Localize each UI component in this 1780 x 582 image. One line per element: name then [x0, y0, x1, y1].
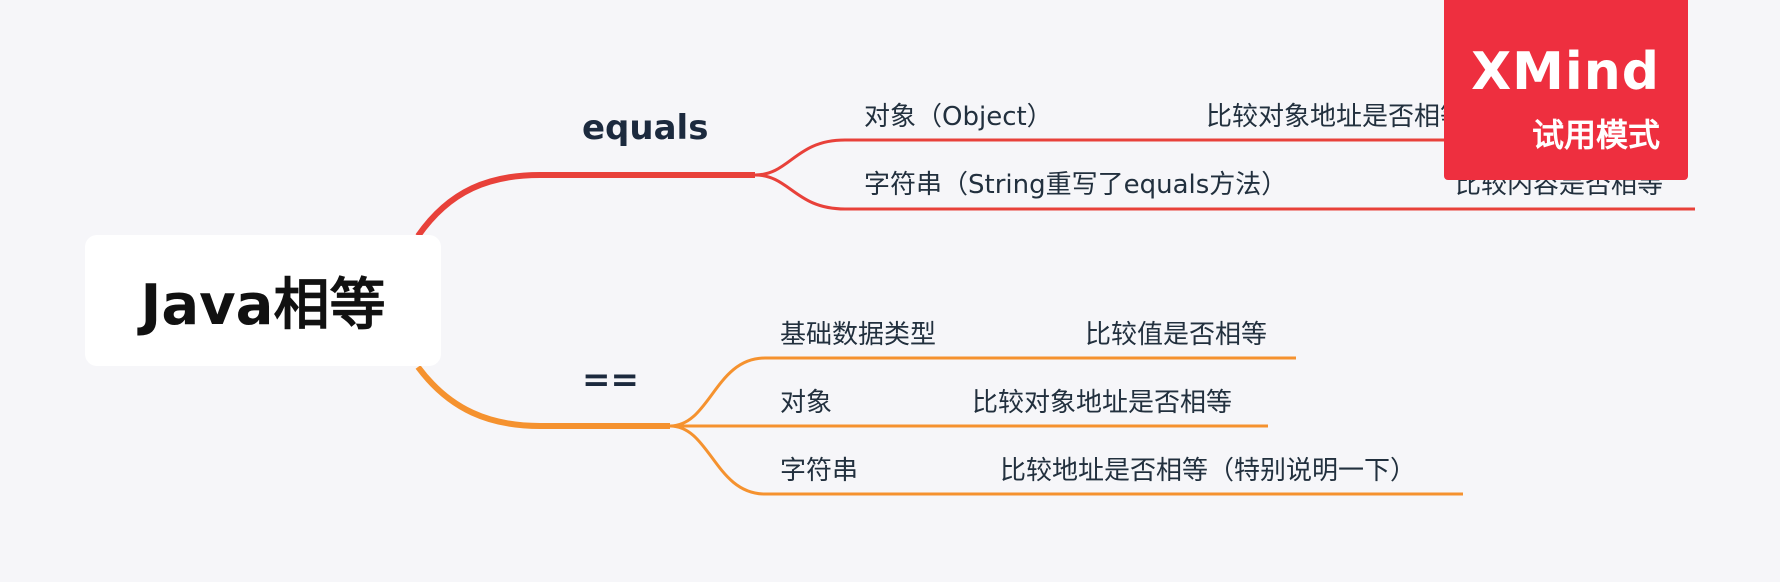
branch-eq-label[interactable]: ==	[582, 360, 639, 400]
watermark-title: XMind	[1471, 42, 1660, 102]
topic-eq-object-note[interactable]: 比较对象地址是否相等	[972, 382, 1232, 419]
topic-equals-object[interactable]: 对象（Object）	[864, 96, 1053, 133]
topic-equals-string[interactable]: 字符串（String重写了equals方法）	[864, 164, 1287, 201]
branch-connector-equals	[415, 172, 755, 238]
root-topic-label: Java相等	[140, 273, 386, 338]
branch-equals-label[interactable]: equals	[582, 108, 708, 148]
topic-eq-string-note[interactable]: 比较地址是否相等（特别说明一下）	[1000, 450, 1416, 487]
topic-eq-string[interactable]: 字符串	[780, 450, 858, 487]
root-topic[interactable]: Java相等	[85, 235, 441, 366]
topic-equals-object-note[interactable]: 比较对象地址是否相等	[1206, 96, 1466, 133]
topic-eq-object[interactable]: 对象	[780, 382, 832, 419]
topic-eq-primitive[interactable]: 基础数据类型	[780, 314, 936, 351]
watermark-subtitle: 试用模式	[1531, 116, 1660, 154]
topic-eq-primitive-note[interactable]: 比较值是否相等	[1085, 314, 1267, 351]
trial-watermark: XMind 试用模式	[1444, 0, 1688, 180]
